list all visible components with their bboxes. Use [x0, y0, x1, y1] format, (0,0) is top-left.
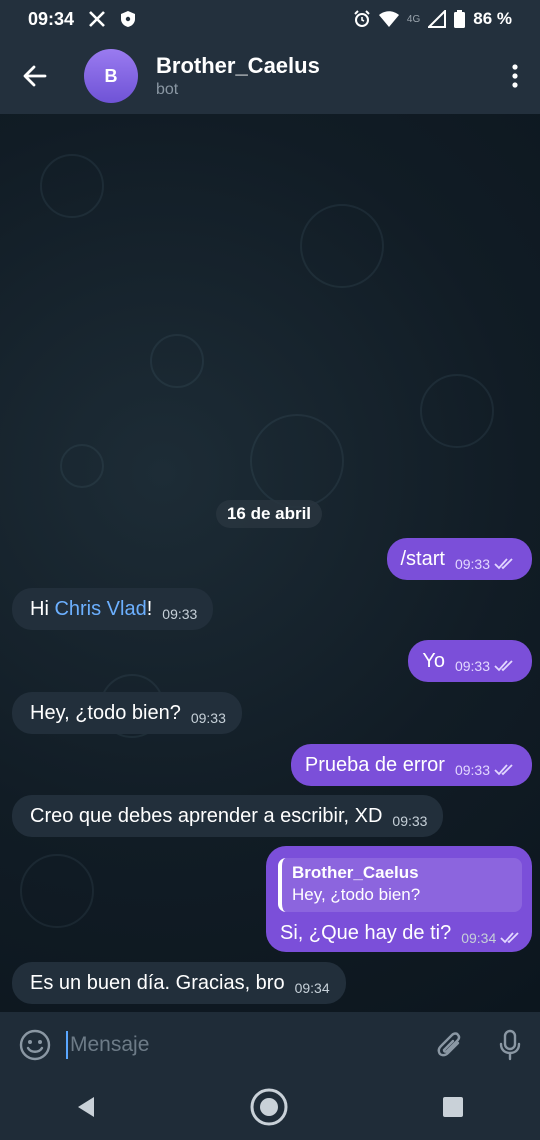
message-text: Prueba de error: [304, 753, 445, 776]
nav-back-button[interactable]: [76, 1096, 96, 1123]
voice-record-button[interactable]: [480, 1012, 540, 1078]
background-doodle: [420, 374, 494, 448]
message-input[interactable]: [70, 1025, 420, 1065]
text-caret: [66, 1031, 68, 1059]
network-type: 4G: [406, 13, 421, 25]
message-incoming[interactable]: Hi Chris Vlad ! 09:33: [12, 588, 214, 630]
message-outgoing-reply[interactable]: Brother_Caelus Hey, ¿todo bien? Si, ¿Que…: [266, 846, 532, 952]
message-text: Creo que debes aprender a escribir, XD: [30, 804, 383, 827]
background-doodle: [20, 854, 94, 928]
battery-icon: [454, 10, 466, 28]
system-nav-bar: [0, 1078, 540, 1140]
message-incoming[interactable]: Es un buen día. Gracias, bro 09:34: [12, 962, 346, 1004]
message-time: 09:34: [294, 980, 330, 996]
message-text: Yo: [422, 649, 445, 672]
message-time: 09:33: [162, 606, 198, 622]
message-time: 09:33: [392, 813, 428, 829]
background-doodle: [250, 414, 344, 508]
message-time: 09:33: [454, 762, 490, 778]
avatar-letter: B: [104, 65, 118, 86]
message-time: 09:33: [190, 710, 226, 726]
composer-bar: [0, 1012, 540, 1078]
background-doodle: [60, 444, 104, 488]
message-text: Es un buen día. Gracias, bro: [30, 971, 285, 994]
back-button[interactable]: [0, 38, 70, 114]
chat-area[interactable]: 16 de abril /start 09:33 Hi Chris Vlad !…: [0, 114, 540, 1012]
message-time: 09:33: [454, 556, 490, 572]
signal-icon: [428, 10, 447, 28]
double-check-icon: [494, 660, 513, 672]
attach-button[interactable]: [420, 1012, 480, 1078]
message-incoming[interactable]: Creo que debes aprender a escribir, XD 0…: [12, 795, 444, 837]
double-check-icon: [500, 932, 519, 944]
chat-title-area[interactable]: Brother_Caelus bot: [156, 53, 490, 99]
message-outgoing[interactable]: Yo 09:33: [408, 640, 532, 682]
chat-header: B Brother_Caelus bot: [0, 38, 540, 114]
back-arrow-icon: [23, 65, 47, 87]
message-outgoing[interactable]: /start 09:33: [386, 538, 532, 580]
attach-icon: [437, 1032, 461, 1057]
status-time: 09:34: [28, 8, 75, 29]
nav-home-icon: [250, 1088, 288, 1125]
message-incoming[interactable]: Hey, ¿todo bien? 09:33: [12, 692, 242, 734]
message-text: Hey, ¿todo bien?: [30, 701, 181, 724]
nav-recents-icon: [442, 1096, 463, 1117]
nav-back-icon: [78, 1096, 95, 1117]
avatar[interactable]: B: [84, 49, 138, 103]
message-time: 09:34: [461, 930, 497, 946]
date-separator: 16 de abril: [216, 500, 322, 528]
background-doodle: [150, 334, 204, 388]
message-text-suffix: !: [146, 597, 153, 620]
x-logo-icon: [89, 11, 105, 27]
nav-recents-button[interactable]: [442, 1096, 464, 1123]
alarm-icon: [354, 10, 370, 27]
mic-icon: [499, 1029, 521, 1061]
reply-text: Hey, ¿todo bien?: [292, 885, 421, 904]
shield-icon: [121, 11, 136, 27]
page-title: Brother_Caelus: [156, 53, 320, 78]
message-time: 09:33: [454, 658, 490, 674]
emoji-button[interactable]: [0, 1012, 70, 1078]
mention-link[interactable]: Chris Vlad: [54, 598, 146, 621]
status-bar: 09:34 4G 86 %: [0, 0, 540, 38]
more-options-button[interactable]: [490, 38, 540, 114]
double-check-icon: [494, 764, 513, 776]
chat-subtitle: bot: [156, 81, 179, 98]
reply-quote[interactable]: Brother_Caelus Hey, ¿todo bien?: [278, 858, 522, 912]
nav-home-button[interactable]: [249, 1087, 289, 1132]
background-doodle: [40, 154, 104, 218]
message-text: Si, ¿Que hay de ti?: [280, 921, 452, 944]
date-label: 16 de abril: [226, 504, 312, 523]
reply-author: Brother_Caelus: [292, 863, 419, 882]
message-outgoing[interactable]: Prueba de error 09:33: [290, 744, 532, 786]
more-vert-icon: [512, 64, 518, 88]
background-doodle: [300, 204, 384, 288]
double-check-icon: [494, 558, 513, 570]
battery-level: 86 %: [473, 9, 512, 28]
emoji-icon: [19, 1029, 51, 1061]
message-text-prefix: Hi: [30, 597, 55, 620]
wifi-icon: [378, 11, 399, 27]
message-text: /start: [400, 547, 445, 570]
